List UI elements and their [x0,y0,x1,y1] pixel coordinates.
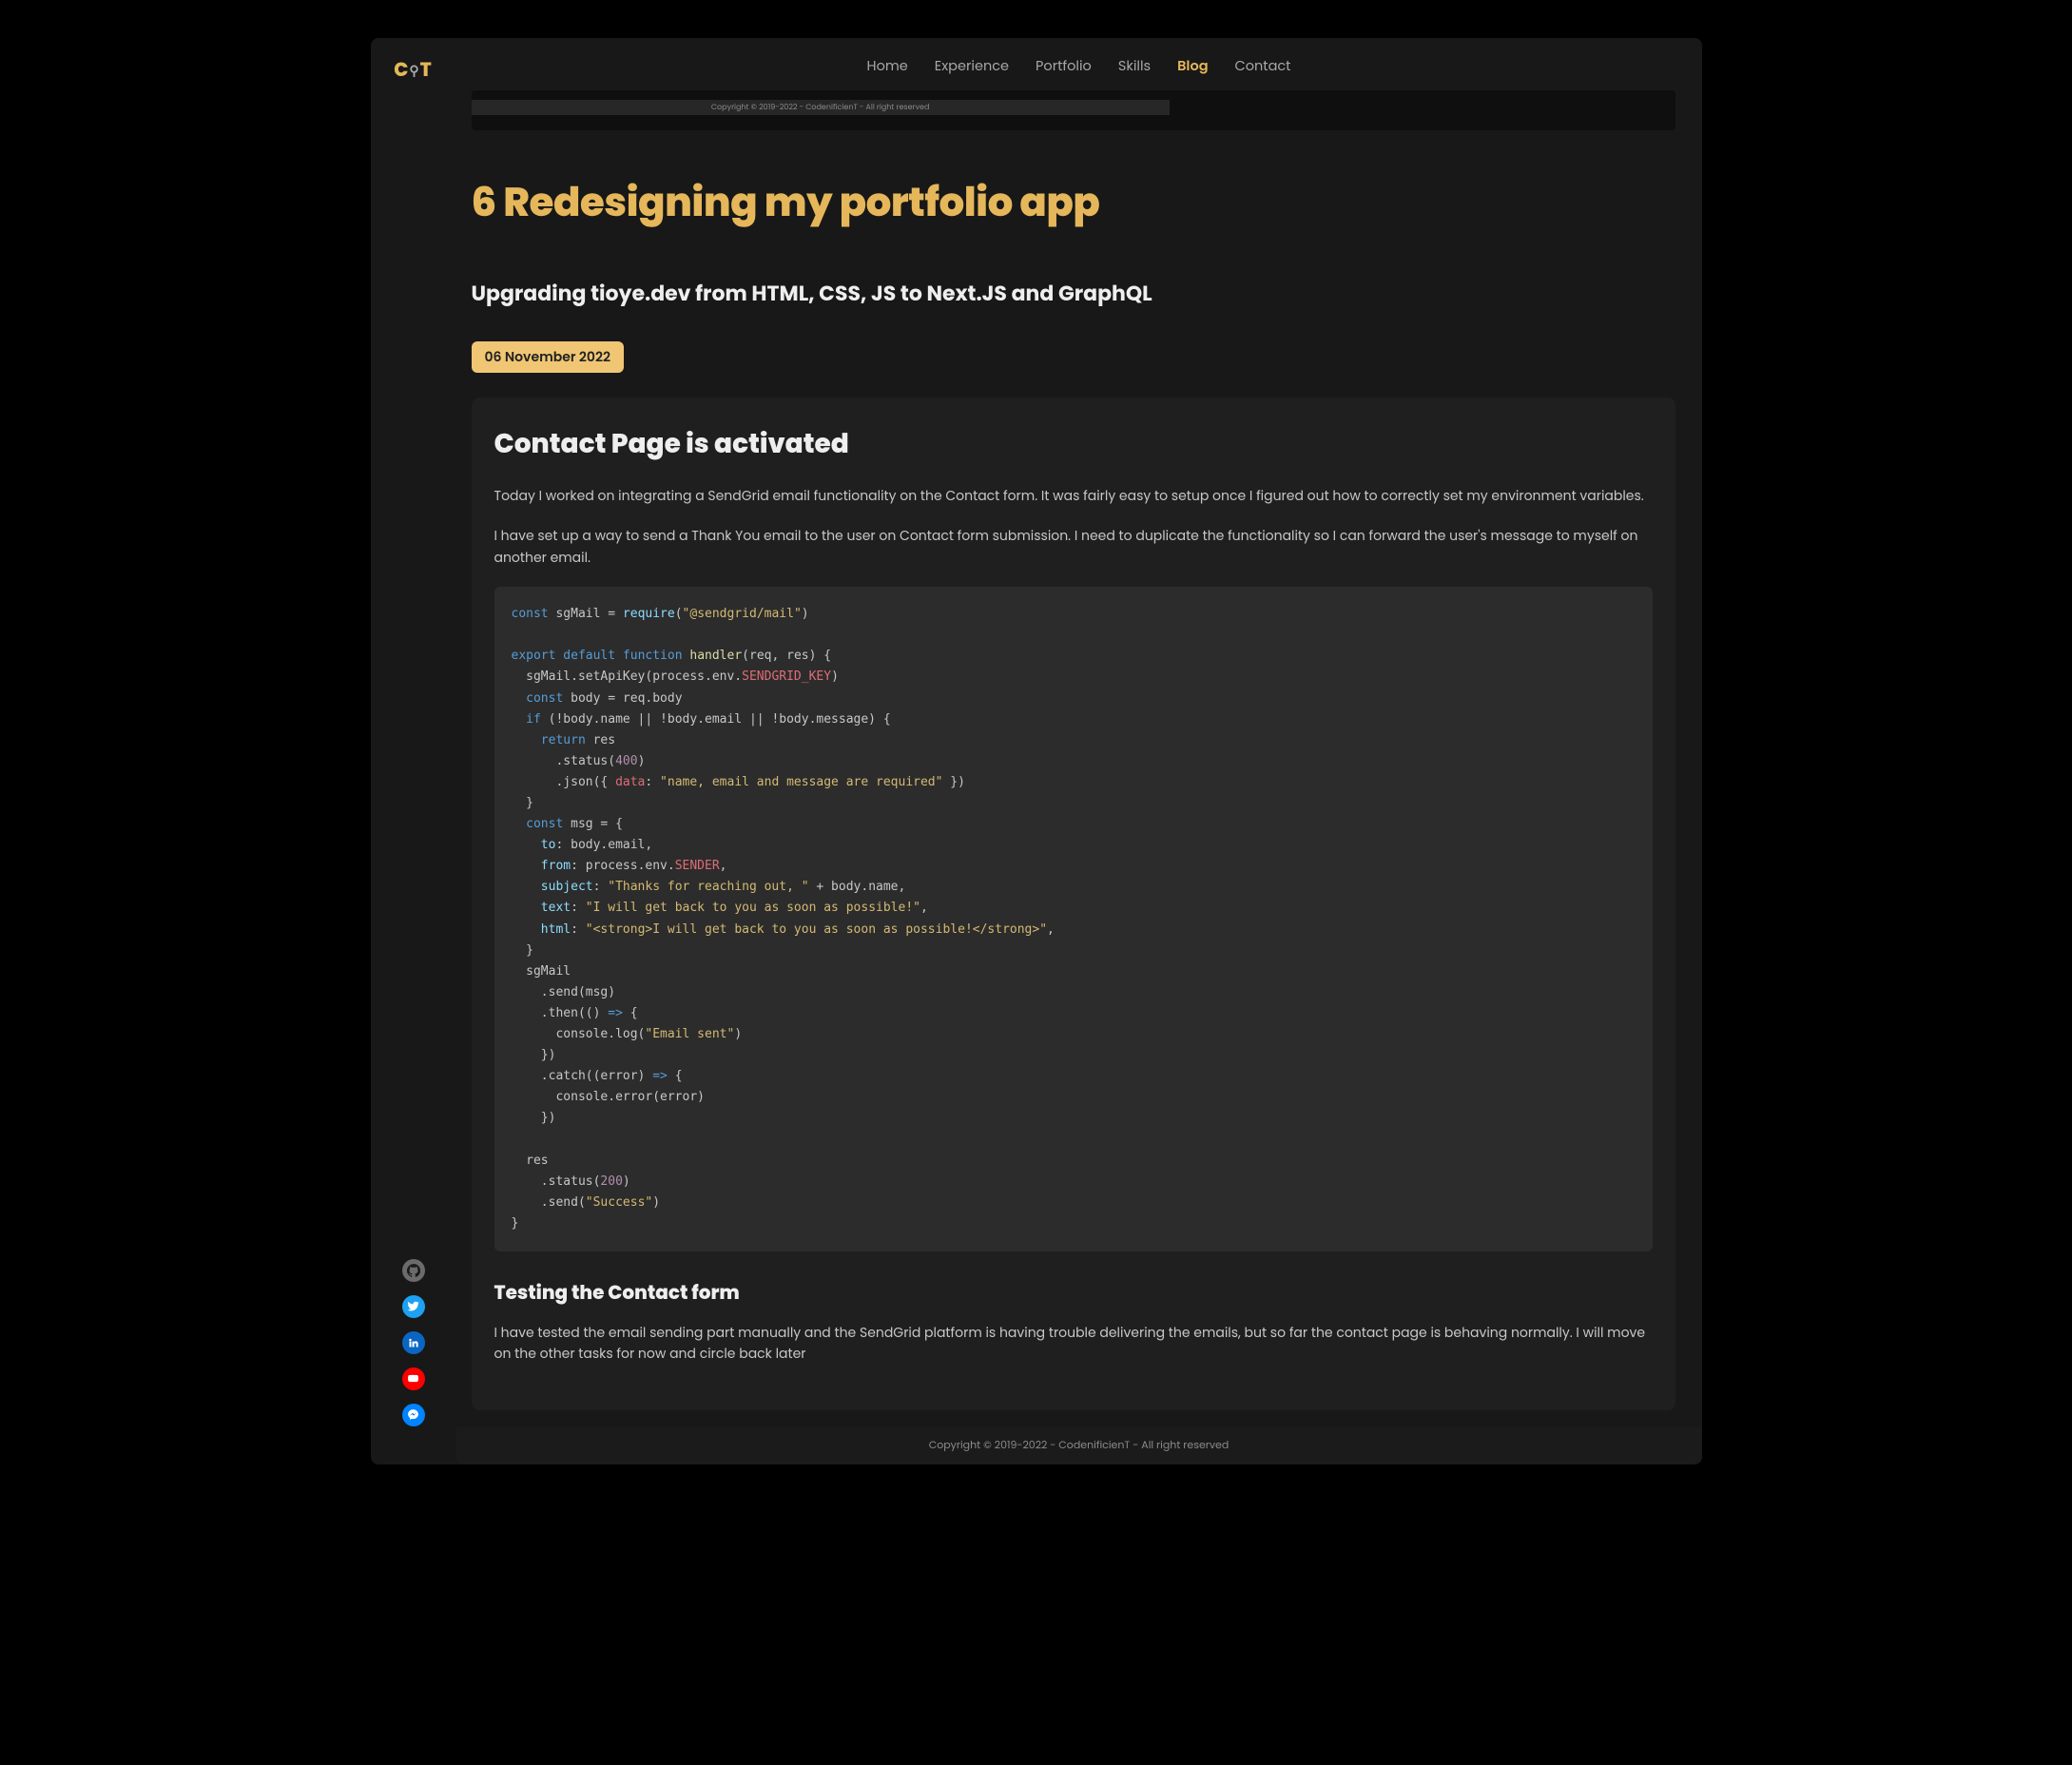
date-badge: 06 November 2022 [472,341,625,373]
nav-experience[interactable]: Experience [935,57,1009,77]
nav-skills[interactable]: Skills [1118,57,1151,77]
nav-blog[interactable]: Blog [1177,57,1208,77]
social-links [402,1259,425,1426]
inner-site-preview: Copyright © 2019-2022 - CodenificienT - … [472,90,1675,130]
linkedin-icon[interactable] [402,1331,425,1354]
article-paragraph: Today I worked on integrating a SendGrid… [494,485,1653,506]
nav-contact[interactable]: Contact [1235,57,1291,77]
page-title: 6 Redesigning my portfolio app [472,172,1675,232]
top-nav: Home Experience Portfolio Skills Blog Co… [456,38,1702,90]
article-card: Contact Page is activated Today I worked… [472,398,1675,1410]
nav-home[interactable]: Home [867,57,908,77]
messenger-icon[interactable] [402,1404,425,1426]
logo-part-t: T [420,56,433,83]
article-paragraph: I have set up a way to send a Thank You … [494,525,1653,568]
youtube-icon[interactable] [402,1367,425,1390]
page-subtitle: Upgrading tioye.dev from HTML, CSS, JS t… [472,278,1675,309]
logo-separator-icon: ⚲ [409,61,419,80]
nav-portfolio[interactable]: Portfolio [1036,57,1092,77]
logo[interactable]: C⚲T [394,55,433,84]
twitter-icon[interactable] [402,1295,425,1318]
code-block: const sgMail = require("@sendgrid/mail")… [494,587,1653,1251]
article-paragraph: I have tested the email sending part man… [494,1322,1653,1365]
article-subheading: Testing the Contact form [494,1278,1653,1307]
article-heading: Contact Page is activated [494,424,1653,464]
logo-part-c: C [394,56,409,83]
inner-preview-footer: Copyright © 2019-2022 - CodenificienT - … [472,100,1170,115]
page-footer: Copyright © 2019-2022 - CodenificienT - … [456,1427,1702,1464]
github-icon[interactable] [402,1259,425,1282]
